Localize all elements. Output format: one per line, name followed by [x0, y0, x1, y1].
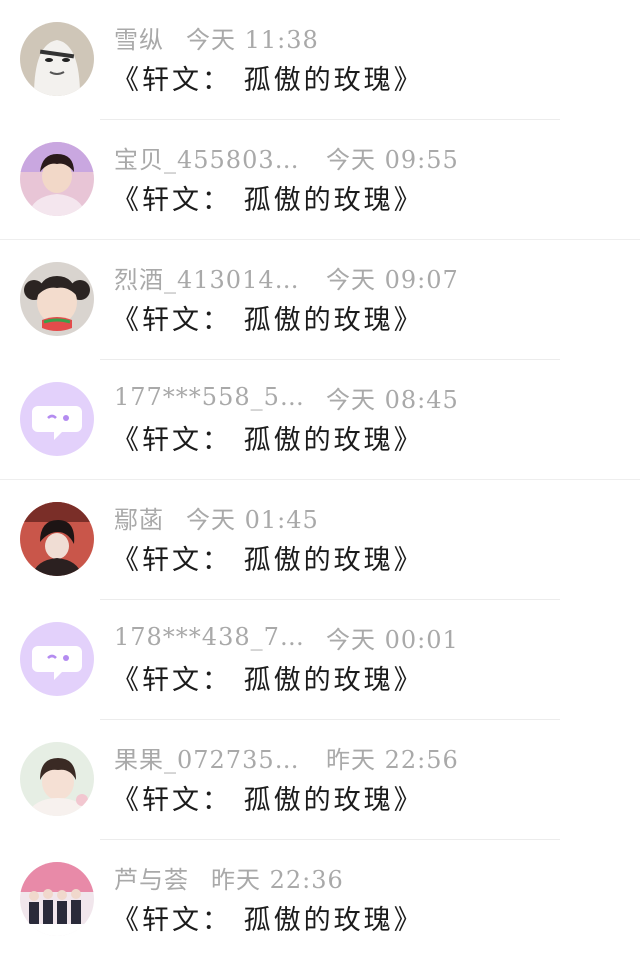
message-title: 《轩文： 孤傲的玫瑰》 — [112, 785, 424, 816]
girl-photo-avatar[interactable] — [20, 742, 94, 816]
message-time: 今天 00:01 — [326, 625, 459, 654]
message-time: 今天 08:45 — [326, 385, 459, 414]
boy-photo-avatar[interactable] — [20, 142, 94, 216]
message-item[interactable]: 178***438_742... 今天 00:01 《轩文： 孤傲的玫瑰》 — [0, 600, 640, 720]
sender-name: 鄢菡 — [114, 505, 164, 534]
message-item[interactable]: 烈酒_41301448... 今天 09:07 《轩文： 孤傲的玫瑰》 — [0, 240, 640, 360]
default-chat-avatar[interactable] — [20, 622, 94, 696]
message-time: 今天 11:38 — [186, 25, 319, 54]
sender-name: 烈酒_41301448... — [114, 265, 304, 294]
message-title: 《轩文： 孤傲的玫瑰》 — [112, 305, 424, 336]
message-time: 今天 01:45 — [186, 505, 319, 534]
message-title: 《轩文： 孤傲的玫瑰》 — [112, 905, 424, 936]
ghost-photo-avatar[interactable] — [20, 22, 94, 96]
anime-photo-avatar[interactable] — [20, 502, 94, 576]
sender-name: 果果_0727356... — [114, 745, 304, 774]
message-meta: 烈酒_41301448... 今天 09:07 — [114, 260, 459, 294]
group-photo-avatar[interactable] — [20, 862, 94, 936]
message-title: 《轩文： 孤傲的玫瑰》 — [112, 185, 424, 216]
message-title: 《轩文： 孤傲的玫瑰》 — [112, 665, 424, 696]
message-item[interactable]: 果果_0727356... 昨天 22:56 《轩文： 孤傲的玫瑰》 — [0, 720, 640, 840]
message-item[interactable]: 177***558_512... 今天 08:45 《轩文： 孤傲的玫瑰》 — [0, 360, 640, 480]
message-item[interactable]: 鄢菡 今天 01:45 《轩文： 孤傲的玫瑰》 — [0, 480, 640, 600]
sender-name: 雪纵 — [114, 25, 164, 54]
message-meta: 芦与荟 昨天 22:36 — [114, 860, 344, 894]
message-time: 今天 09:55 — [326, 145, 459, 174]
message-list: 雪纵 今天 11:38 《轩文： 孤傲的玫瑰》 宝贝_4558031... 今天… — [0, 0, 640, 973]
message-time: 昨天 22:36 — [211, 865, 344, 894]
child-photo-avatar[interactable] — [20, 262, 94, 336]
message-meta: 宝贝_4558031... 今天 09:55 — [114, 140, 459, 174]
sender-name: 178***438_742... — [114, 623, 304, 651]
message-meta: 鄢菡 今天 01:45 — [114, 500, 319, 534]
message-meta: 雪纵 今天 11:38 — [114, 20, 319, 54]
message-item[interactable]: 雪纵 今天 11:38 《轩文： 孤傲的玫瑰》 — [0, 0, 640, 120]
default-chat-avatar[interactable] — [20, 382, 94, 456]
message-item[interactable]: 芦与荟 昨天 22:36 《轩文： 孤傲的玫瑰》 — [0, 840, 640, 960]
sender-name: 177***558_512... — [114, 383, 304, 411]
sender-name: 宝贝_4558031... — [114, 145, 304, 174]
message-time: 昨天 22:56 — [326, 745, 459, 774]
message-time: 今天 09:07 — [326, 265, 459, 294]
message-title: 《轩文： 孤傲的玫瑰》 — [112, 545, 424, 576]
message-meta: 177***558_512... 今天 08:45 — [114, 380, 459, 414]
message-item[interactable]: 宝贝_4558031... 今天 09:55 《轩文： 孤傲的玫瑰》 — [0, 120, 640, 240]
sender-name: 芦与荟 — [114, 865, 189, 894]
message-meta: 果果_0727356... 昨天 22:56 — [114, 740, 459, 774]
message-meta: 178***438_742... 今天 00:01 — [114, 620, 459, 654]
message-title: 《轩文： 孤傲的玫瑰》 — [112, 425, 424, 456]
message-title: 《轩文： 孤傲的玫瑰》 — [112, 65, 424, 96]
